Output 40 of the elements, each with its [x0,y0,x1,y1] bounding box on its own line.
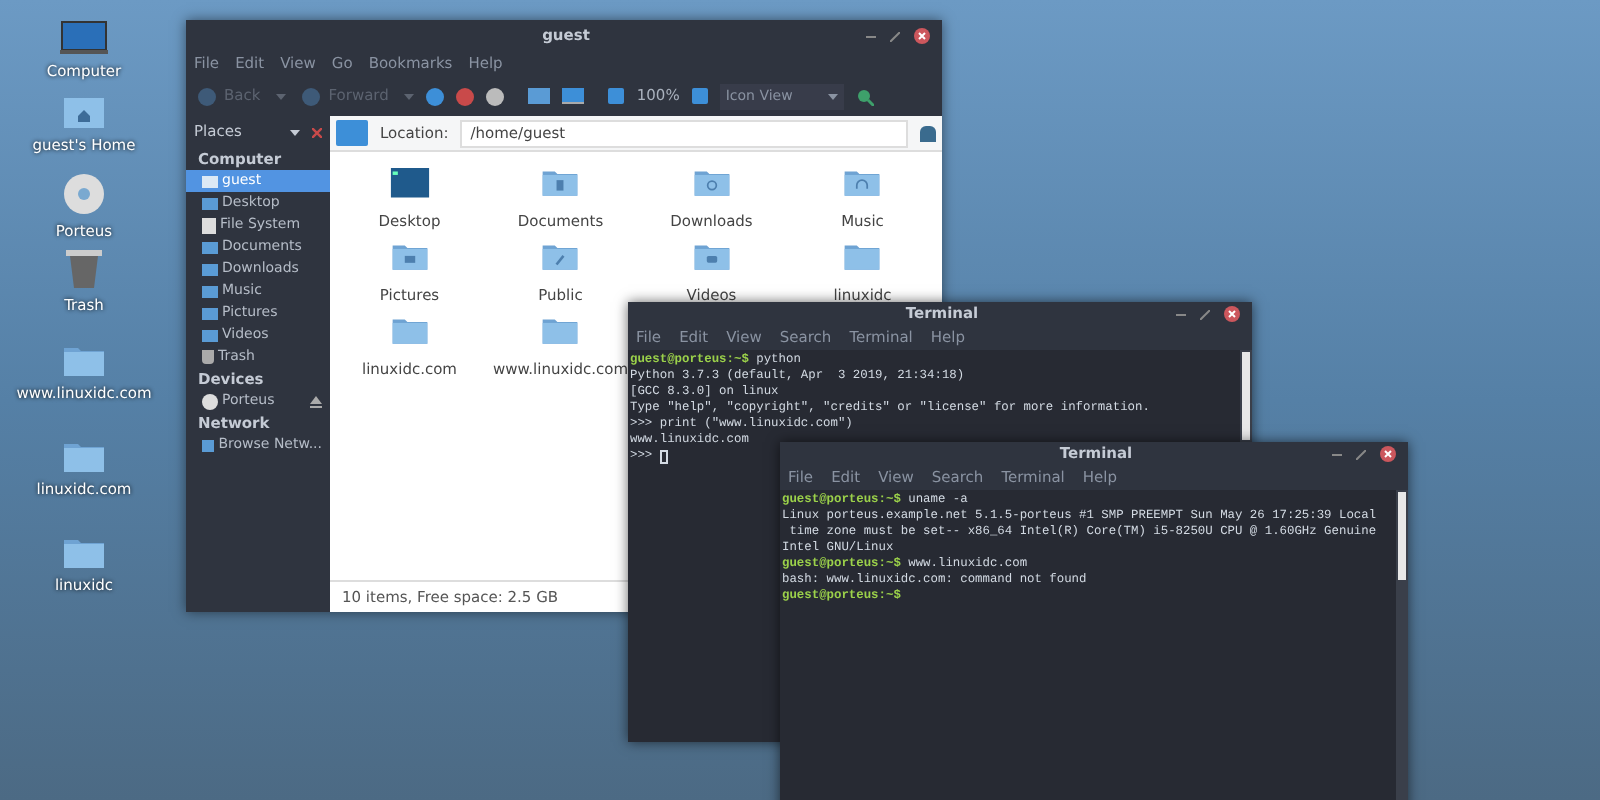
caret-icon [827,93,838,99]
disc-icon [62,172,106,216]
minimize-icon[interactable] [1331,453,1342,455]
folder-icon [689,242,734,272]
maximize-icon[interactable] [889,31,900,41]
search-icon[interactable] [855,87,874,105]
folder-icon [538,242,583,272]
maximize-icon[interactable] [1355,449,1366,459]
scrollbar-thumb[interactable] [1242,352,1250,440]
maximize-icon[interactable] [1199,309,1210,319]
eject-icon[interactable] [310,395,322,407]
folder-icon[interactable] [528,88,551,104]
desktop-screen-icon [387,168,432,198]
text-cursor [660,449,669,463]
folder-icon [387,242,432,272]
folder-icon [202,439,215,451]
folder-icon [840,168,885,198]
trash-icon [66,248,102,290]
drive-icon [202,217,216,233]
monitor-icon [60,20,108,56]
minimize-icon[interactable] [865,35,876,37]
trash-icon [202,350,214,364]
close-icon[interactable] [913,28,930,44]
close-icon[interactable] [1379,446,1396,462]
monitor-icon[interactable] [562,88,585,104]
folder-icon [62,440,106,474]
folder-icon [62,344,106,378]
folder-icon [62,536,106,570]
folder-icon [840,242,885,272]
close-icon[interactable] [1223,306,1240,322]
home-icon [202,175,218,187]
scrollbar-thumb[interactable] [1398,492,1406,580]
caret-icon[interactable] [290,129,300,135]
folder-icon [689,168,734,198]
minimize-icon[interactable] [1175,313,1186,315]
folder-icon [202,197,218,209]
home-folder-icon [62,96,106,130]
folder-icon [387,316,432,346]
folder-icon [538,168,583,198]
folder-icon [538,316,583,346]
